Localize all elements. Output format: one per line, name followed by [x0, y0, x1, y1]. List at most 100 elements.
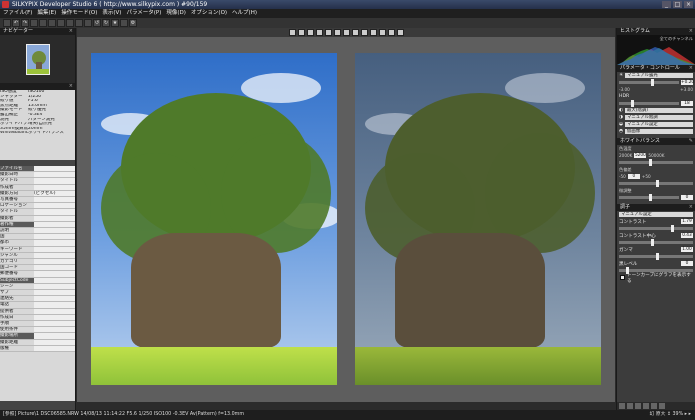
menu-edit[interactable]: 編集(E) — [37, 9, 56, 18]
metadata-value[interactable] — [34, 221, 75, 227]
settings-icon[interactable]: ⚙ — [129, 19, 137, 27]
eyedropper-icon[interactable]: ✎ — [689, 138, 693, 145]
color-temp-value[interactable]: 5200 — [634, 153, 647, 158]
metadata-value[interactable] — [34, 296, 75, 302]
view-toolbar-button[interactable] — [306, 29, 314, 36]
menu-parameter[interactable]: パラメータ(P) — [126, 9, 161, 18]
maximize-button[interactable]: □ — [673, 1, 682, 8]
tint-value[interactable]: 0 — [627, 174, 640, 179]
metadata-value[interactable] — [34, 209, 75, 215]
navigator-thumbnail[interactable] — [26, 44, 50, 75]
close-icon[interactable]: × — [69, 28, 73, 35]
histogram-mode[interactable]: 全てのチャンネル — [660, 36, 693, 42]
view-toolbar-button[interactable] — [396, 29, 404, 36]
metadata-value[interactable] — [34, 215, 75, 221]
paste-icon[interactable] — [627, 403, 633, 409]
menu-file[interactable]: ファイル(F) — [3, 9, 32, 18]
exposure-slider[interactable] — [619, 79, 679, 86]
view-toolbar-button[interactable] — [333, 29, 341, 36]
metadata-value[interactable] — [34, 290, 75, 296]
black-level-slider[interactable] — [619, 267, 693, 274]
contrast-center-slider[interactable] — [619, 239, 693, 246]
image-after[interactable] — [355, 53, 601, 385]
undo-icon[interactable]: ↶ — [12, 19, 20, 27]
view-toolbar-button[interactable] — [342, 29, 350, 36]
redo-icon[interactable]: ↷ — [21, 19, 29, 27]
view-toolbar-button[interactable] — [315, 29, 323, 36]
preset-1[interactable]: 最大(階調) — [625, 108, 693, 113]
view-toolbar-button[interactable] — [351, 29, 359, 36]
close-icon[interactable]: × — [689, 65, 693, 72]
metadata-value[interactable] — [34, 333, 75, 339]
metadata-value[interactable] — [34, 265, 75, 271]
metadata-value[interactable] — [34, 327, 75, 333]
metadata-value[interactable] — [34, 302, 75, 308]
metadata-value[interactable] — [34, 308, 75, 314]
metadata-row[interactable]: 版権 — [0, 345, 75, 353]
view-toolbar-button[interactable] — [369, 29, 377, 36]
history-icon[interactable] — [651, 403, 657, 409]
metadata-value[interactable] — [34, 314, 75, 321]
close-icon[interactable]: × — [689, 28, 693, 35]
rotate-left-icon[interactable]: ↺ — [93, 19, 101, 27]
combined-view-icon[interactable] — [48, 19, 56, 27]
metadata-value[interactable] — [34, 259, 75, 265]
metadata-value[interactable] — [34, 246, 75, 252]
preview-view-icon[interactable] — [39, 19, 47, 27]
metadata-value[interactable] — [34, 345, 75, 352]
image-viewer[interactable] — [77, 37, 615, 402]
metadata-value[interactable] — [34, 277, 75, 283]
minimize-button[interactable]: _ — [662, 1, 671, 8]
metadata-value[interactable] — [34, 240, 75, 246]
tonecurve-checkbox[interactable] — [620, 275, 625, 280]
menu-mode[interactable]: 操作モード(O) — [61, 9, 97, 18]
hdr-value[interactable]: 18 — [681, 101, 693, 106]
rotate-right-icon[interactable]: ↻ — [102, 19, 110, 27]
black-level-value[interactable]: 0 — [681, 261, 693, 266]
color-level-slider[interactable] — [619, 194, 679, 201]
metadata-value[interactable] — [34, 271, 75, 277]
taste-icon[interactable] — [659, 403, 665, 409]
color-level-value[interactable]: 0 — [681, 195, 693, 200]
gamma-value[interactable]: 1.00 — [681, 247, 693, 252]
save-icon[interactable] — [643, 403, 649, 409]
menu-view[interactable]: 表示(V) — [102, 9, 121, 18]
metadata-value[interactable]: (ピクセル) — [34, 190, 75, 196]
metadata-value[interactable] — [34, 339, 75, 345]
copy-icon[interactable] — [619, 403, 625, 409]
view-toolbar-button[interactable] — [324, 29, 332, 36]
close-icon[interactable]: × — [689, 204, 693, 211]
open-folder-icon[interactable] — [3, 19, 11, 27]
zoom-status[interactable]: 幻 原大 ↕ 39% ▸ ▸ — [649, 410, 691, 420]
metadata-value[interactable] — [34, 203, 75, 209]
image-before[interactable] — [91, 53, 337, 385]
metadata-value[interactable] — [34, 197, 75, 203]
hdr-slider[interactable] — [619, 100, 679, 107]
metadata-value[interactable] — [34, 184, 75, 190]
exposure-value[interactable]: +0.20 — [681, 80, 694, 85]
full-view-icon[interactable] — [57, 19, 65, 27]
mark-icon[interactable]: ★ — [111, 19, 119, 27]
tint-slider[interactable] — [619, 180, 693, 187]
menu-options[interactable]: オプション(O) — [191, 9, 227, 18]
zoom-icon[interactable] — [84, 19, 92, 27]
metadata-value[interactable] — [34, 172, 75, 178]
metadata-value[interactable] — [34, 228, 75, 234]
preset-4[interactable]: 仮画像 — [625, 129, 693, 134]
preset-3[interactable]: マニュアル設定 — [625, 122, 693, 127]
menu-help[interactable]: ヘルプ(H) — [232, 9, 257, 18]
metadata-value[interactable] — [34, 234, 75, 240]
gamma-slider[interactable] — [619, 253, 693, 260]
view-toolbar-button[interactable] — [378, 29, 386, 36]
metadata-value[interactable] — [34, 178, 75, 184]
view-toolbar-button[interactable] — [360, 29, 368, 36]
menu-develop[interactable]: 現像(D) — [166, 9, 186, 18]
metadata-value[interactable] — [34, 321, 75, 327]
thumbnail-view-icon[interactable] — [30, 19, 38, 27]
reset-icon[interactable] — [635, 403, 641, 409]
contrast-center-value[interactable]: 0.43 — [681, 233, 693, 238]
metadata-value[interactable] — [34, 283, 75, 290]
view-toolbar-button[interactable] — [288, 29, 296, 36]
close-button[interactable]: × — [684, 1, 693, 8]
metadata-value[interactable] — [34, 252, 75, 259]
